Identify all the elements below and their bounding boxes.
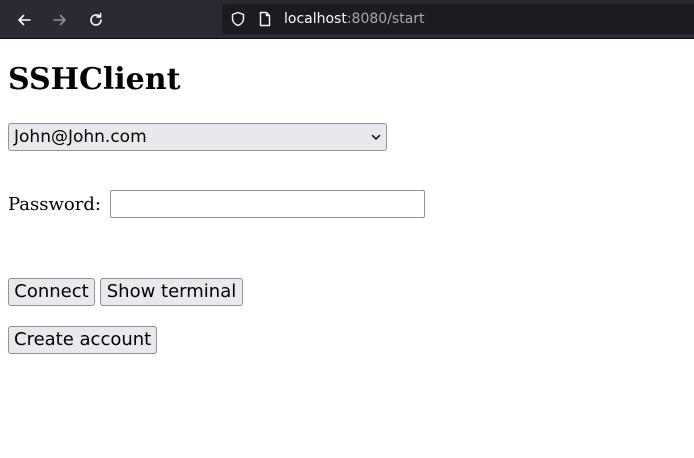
reload-button[interactable]	[84, 8, 108, 32]
account-select-value: John@John.com	[14, 127, 147, 147]
forward-button[interactable]	[48, 8, 72, 32]
page-title: SSHClient	[8, 62, 181, 97]
browser-toolbar: localhost:8080/start	[0, 0, 694, 39]
page-icon[interactable]	[257, 11, 273, 27]
password-input[interactable]	[110, 190, 425, 218]
connect-button[interactable]: Connect	[8, 278, 95, 306]
arrow-left-icon	[18, 14, 31, 26]
account-select[interactable]: John@John.com	[8, 123, 387, 151]
reload-icon	[90, 12, 102, 26]
arrow-right-icon	[53, 14, 66, 26]
url-path: :8080/start	[346, 11, 425, 27]
chevron-down-icon	[371, 134, 381, 140]
url-host: localhost	[284, 11, 347, 27]
page-content: SSHClient John@John.com Password: Connec…	[0, 40, 694, 458]
create-account-button[interactable]: Create account	[8, 326, 157, 354]
shield-icon[interactable]	[230, 11, 246, 27]
show-terminal-button[interactable]: Show terminal	[100, 278, 243, 306]
url-bar[interactable]: localhost:8080/start	[222, 4, 694, 34]
url-text[interactable]: localhost:8080/start	[284, 10, 425, 28]
password-label: Password:	[8, 194, 101, 215]
back-button[interactable]	[12, 8, 36, 32]
